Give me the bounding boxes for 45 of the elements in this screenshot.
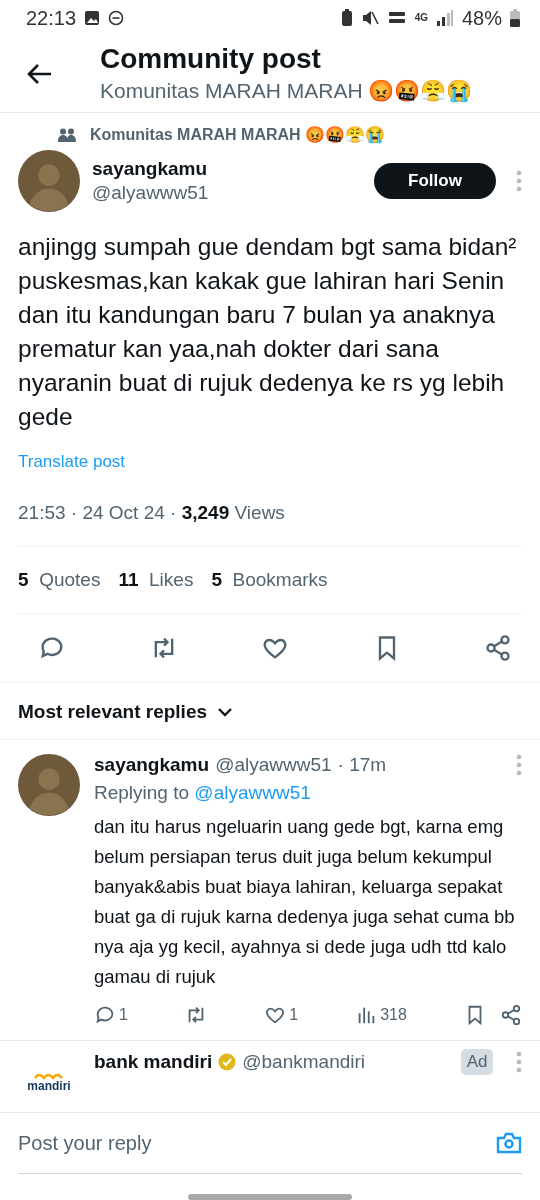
- do-not-disturb-icon: [108, 10, 125, 26]
- battery-icon: [510, 9, 520, 27]
- reply-text: dan itu harus ngeluarin uang gede bgt, karna emg belum persiapan terus duit juga belum kekumpul banyak&abis buat biaya lahiran, keluarga sepakat buat ga di rujuk karna dedenya juga sehat cuma bb nya aja yg kecil, ayahnya si dede juga udh ttd kalo gamau di rujuk: [94, 815, 516, 989]
- author-name[interactable]: sayangkamu: [92, 158, 362, 180]
- reply-author-handle[interactable]: @alyawww51: [215, 754, 332, 776]
- wave-logo-icon: [34, 1072, 64, 1080]
- reply-icon[interactable]: [94, 1004, 116, 1026]
- advertiser-handle[interactable]: @bankmandiri: [242, 1051, 366, 1073]
- advertiser-name[interactable]: bank mandiri: [94, 1051, 213, 1073]
- reply-input-field[interactable]: Post your reply: [18, 1131, 496, 1155]
- chevron-down-icon[interactable]: [217, 707, 234, 717]
- follow-button[interactable]: Follow: [374, 163, 496, 199]
- stat-link[interactable]: 5 Bookmarks: [211, 569, 328, 591]
- post-text: anjingg sumpah gue dendam bgt sama bidan² puskesmas,kan kakak gue lahiran hari Senin dan itu kandungan baru 7 bulan ya anaknya prematur kan yaa,nah dokter dari sana nyaranin buat di rujuk dedenya ke rs yg lebih gede: [18, 232, 518, 432]
- ad-badge: Ad: [460, 1049, 494, 1075]
- back-button[interactable]: [26, 63, 52, 85]
- clock-time: 22:13: [26, 6, 77, 30]
- avatar-icon[interactable]: [18, 150, 80, 212]
- share-icon[interactable]: [484, 634, 512, 662]
- post-meta: 21:53 · 24 Oct 24 · 3,249 Views: [18, 472, 522, 547]
- replying-to-text: Replying to @alyawww51: [94, 782, 312, 804]
- image-icon: [84, 10, 101, 26]
- reply-count: 1: [119, 1006, 128, 1024]
- author-handle[interactable]: @alyawww51: [92, 182, 362, 204]
- network-type: 4G: [414, 13, 428, 23]
- reply-time: · 17m: [337, 754, 387, 776]
- camera-icon[interactable]: [496, 1132, 522, 1154]
- signal-icon: [435, 10, 454, 26]
- view-count: 318: [380, 1006, 407, 1024]
- like-count: 1: [289, 1006, 299, 1024]
- battery-percentage: 48%: [461, 6, 502, 30]
- page-title: Community post: [100, 42, 322, 76]
- community-icon: [58, 127, 76, 142]
- avatar-icon[interactable]: [18, 754, 80, 816]
- mute-icon: [360, 9, 379, 27]
- reply-author-name[interactable]: sayangkamu: [94, 754, 210, 776]
- logo-text: mandiri: [27, 1080, 71, 1093]
- sort-label[interactable]: Most relevant replies: [18, 701, 208, 723]
- battery-saver-icon: [340, 9, 353, 27]
- community-name: Komunitas MARAH MARAH 😡🤬😤😭: [100, 78, 473, 105]
- verified-badge-icon: [218, 1053, 237, 1071]
- community-name[interactable]: Komunitas MARAH MARAH 😡🤬😤😭: [90, 125, 386, 144]
- stat-link[interactable]: 5 Quotes: [18, 569, 101, 591]
- stat-link[interactable]: 11 Likes: [118, 569, 194, 591]
- share-icon[interactable]: [499, 1004, 522, 1026]
